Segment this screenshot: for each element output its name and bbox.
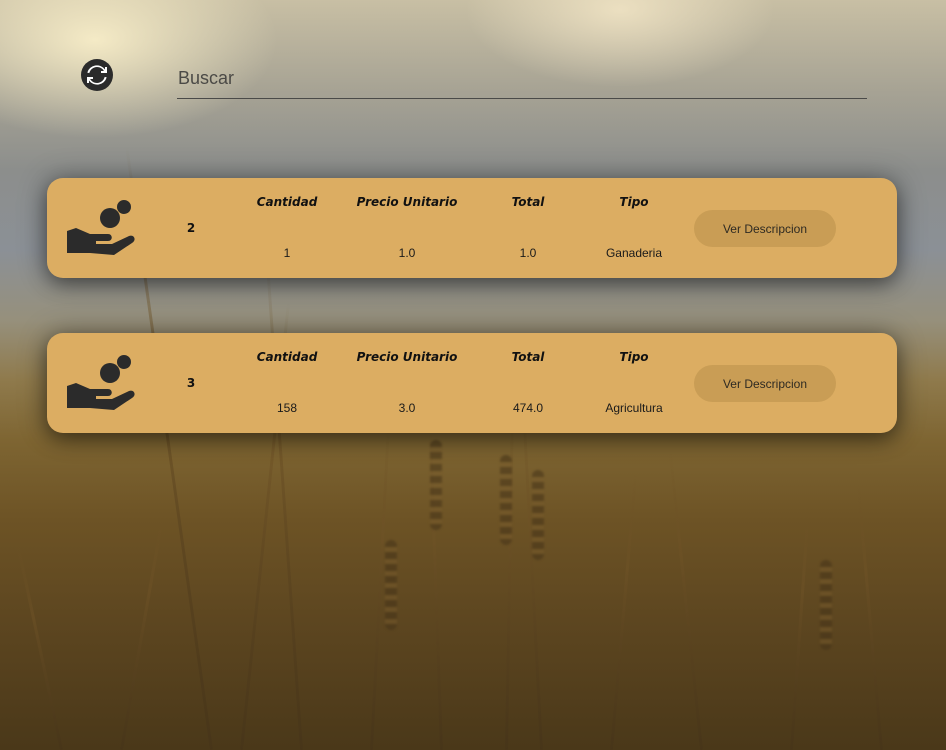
precio-unitario-value: 1.0	[398, 246, 416, 260]
tipo-column: Tipo Agricultura	[584, 333, 684, 433]
cantidad-column: Cantidad 158	[237, 333, 337, 433]
total-column: Total 1.0	[478, 178, 578, 278]
hand-coin-icon	[66, 197, 136, 257]
total-header: Total	[511, 350, 545, 364]
precio-unitario-header: Precio Unitario	[356, 350, 458, 364]
product-card: 2 Cantidad 1 Precio Unitario 1.0 Total 1…	[47, 178, 897, 278]
total-value: 474.0	[512, 401, 544, 415]
cantidad-value: 158	[276, 401, 298, 415]
precio-unitario-value: 3.0	[398, 401, 416, 415]
total-column: Total 474.0	[478, 333, 578, 433]
hand-coin-icon	[66, 352, 136, 412]
tipo-value: Ganaderia	[605, 246, 663, 260]
search-input[interactable]	[177, 58, 867, 98]
search-field	[177, 58, 867, 99]
ver-descripcion-button[interactable]: Ver Descripcion	[694, 210, 836, 247]
tipo-header: Tipo	[619, 350, 649, 364]
ver-descripcion-button[interactable]: Ver Descripcion	[694, 365, 836, 402]
refresh-icon	[85, 63, 109, 87]
refresh-button[interactable]	[81, 59, 113, 91]
card-id: 2	[186, 221, 196, 235]
tipo-header: Tipo	[619, 195, 649, 209]
total-value: 1.0	[519, 246, 537, 260]
total-header: Total	[511, 195, 545, 209]
cantidad-value: 1	[283, 246, 291, 260]
product-card: 3 Cantidad 158 Precio Unitario 3.0 Total…	[47, 333, 897, 433]
tipo-value: Agricultura	[605, 401, 663, 415]
cantidad-header: Cantidad	[256, 195, 318, 209]
precio-unitario-column: Precio Unitario 1.0	[347, 178, 467, 278]
tipo-column: Tipo Ganaderia	[584, 178, 684, 278]
precio-unitario-column: Precio Unitario 3.0	[347, 333, 467, 433]
precio-unitario-header: Precio Unitario	[356, 195, 458, 209]
cantidad-column: Cantidad 1	[237, 178, 337, 278]
card-id: 3	[186, 376, 196, 390]
cantidad-header: Cantidad	[256, 350, 318, 364]
